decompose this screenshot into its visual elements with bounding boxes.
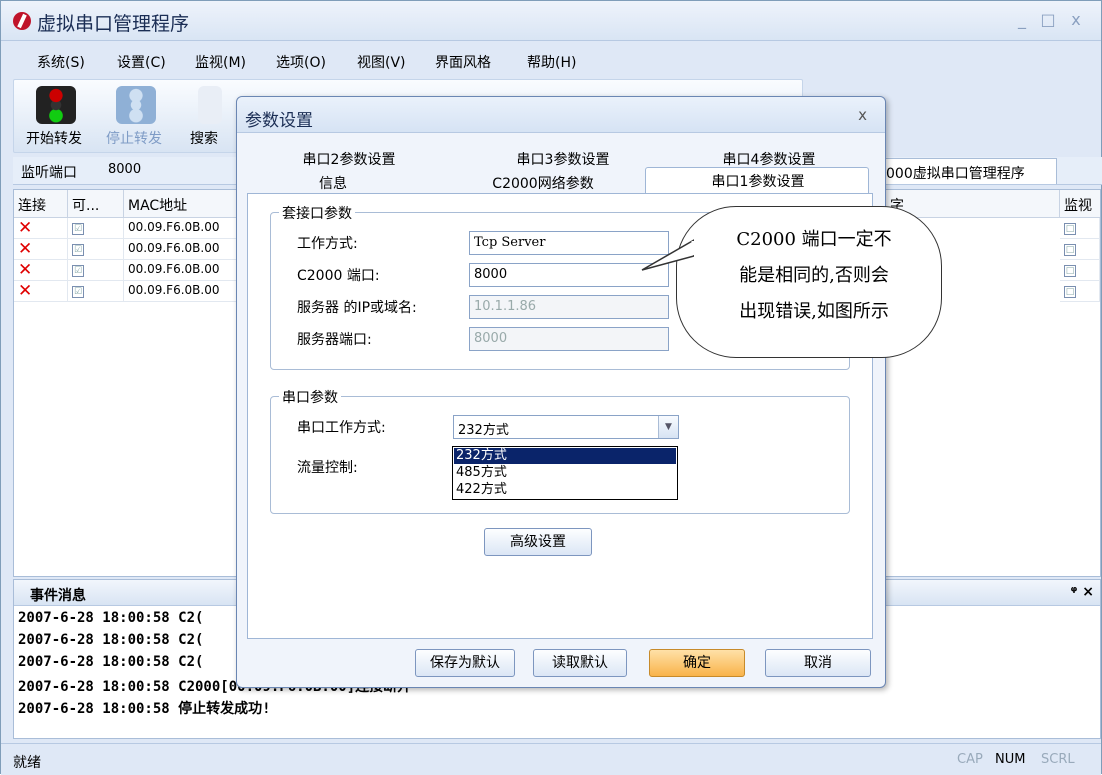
server-port-input[interactable]: 8000 [469,327,669,351]
tab-serial1-label: 串口1参数设置 [711,174,805,190]
event-line: 2007-6-28 18:00:58 C2( [18,654,204,670]
advanced-settings-button[interactable]: 高级设置 [484,528,592,556]
dialog-title: 参数设置 [245,111,313,131]
tab-serial2[interactable]: 串口2参数设置 [269,149,429,169]
disconnected-icon: ✕ [14,239,68,260]
enabled-checkbox[interactable]: ☑ [72,244,84,256]
menu-settings[interactable]: 设置(C) [117,52,166,72]
traffic-light-icon [36,86,76,124]
callout-line: 能是相同的,否则会 [739,265,889,286]
callout-line: C2000 端口一定不 [736,229,892,250]
disconnected-icon: ✕ [14,218,68,239]
menu-skin[interactable]: 界面风格 [435,52,491,72]
num-indicator: NUM [995,752,1026,767]
scrl-indicator: SCRL [1041,752,1075,767]
start-forward-button[interactable]: 开始转发 [26,84,86,150]
search-button[interactable]: 搜索 [190,84,230,150]
mac-cell: 00.09.F6.0B.00 [124,218,240,239]
window-title: 虚拟串口管理程序 [37,13,190,35]
stop-forward-button[interactable]: 停止转发 [106,84,166,150]
server-ip-label: 服务器 的IP或域名: [297,300,417,316]
serial-mode-label: 串口工作方式: [297,420,386,436]
server-ip-input[interactable]: 10.1.1.86 [469,295,669,319]
title-bar: 虚拟串口管理程序 _ □ x [1,1,1101,41]
cap-indicator: CAP [957,752,983,767]
col-monitor[interactable]: 监视 [1060,190,1100,218]
callout-text: C2000 端口一定不 能是相同的,否则会 出现错误,如图所示 [704,222,924,330]
disconnected-icon: ✕ [14,281,68,302]
stop-forward-label: 停止转发 [106,131,162,147]
enabled-checkbox[interactable]: ☑ [72,223,84,235]
menu-bar: 系统(S) 设置(C) 监视(M) 选项(O) 视图(V) 界面风格 帮助(H) [1,45,1101,75]
dropdown-option-422[interactable]: 422方式 [454,482,676,498]
status-text: 就绪 [13,755,41,771]
mac-cell: 00.09.F6.0B.00 [124,239,240,260]
serial-mode-value: 232方式 [458,423,509,438]
listen-port-label: 监听端口 [21,165,77,181]
settings-dialog: 参数设置 x 串口2参数设置 串口3参数设置 串口4参数设置 信息 C2000网… [236,96,886,688]
dropdown-option-485[interactable]: 485方式 [454,465,676,481]
search-icon [198,86,222,124]
work-mode-label: 工作方式: [297,236,358,252]
menu-monitor[interactable]: 监视(M) [195,52,246,72]
start-forward-label: 开始转发 [26,131,82,147]
monitor-checkbox[interactable]: □ [1064,265,1076,277]
menu-options[interactable]: 选项(O) [276,52,326,72]
col-mac[interactable]: MAC地址 [124,190,240,218]
tab-serial1[interactable]: 串口1参数设置 [645,167,869,193]
monitor-checkbox[interactable]: □ [1064,286,1076,298]
dialog-title-bar: 参数设置 x [237,97,885,133]
event-line: 2007-6-28 18:00:58 C2( [18,610,204,626]
tab-info[interactable]: 信息 [293,173,373,193]
callout-line: 出现错误,如图所示 [739,301,889,322]
tab-serial3[interactable]: 串口3参数设置 [483,149,643,169]
c2000-port-label: C2000 端口: [297,268,380,284]
col-connect[interactable]: 连接 [14,190,68,218]
menu-view[interactable]: 视图(V) [357,52,406,72]
dialog-close-button[interactable]: x [858,106,867,124]
server-port-label: 服务器端口: [297,332,372,348]
status-bar: 就绪 CAP NUM SCRL [1,743,1101,775]
read-default-button[interactable]: 读取默认 [533,649,627,677]
tab-c2000-network[interactable]: C2000网络参数 [463,173,623,193]
event-line: 2007-6-28 18:00:58 C2( [18,632,204,648]
chevron-down-icon[interactable]: ▼ [658,416,678,438]
ok-button[interactable]: 确定 [649,649,745,677]
flow-control-label: 流量控制: [297,460,358,476]
save-default-button[interactable]: 保存为默认 [415,649,515,677]
maximize-button[interactable]: □ [1039,11,1057,29]
dropdown-option-232[interactable]: 232方式 [453,447,677,465]
cancel-button[interactable]: 取消 [765,649,871,677]
menu-system[interactable]: 系统(S) [37,52,85,72]
enabled-checkbox[interactable]: ☑ [72,265,84,277]
minimize-button[interactable]: _ [1013,11,1031,29]
serial-group-title: 串口参数 [279,387,341,407]
monitor-checkbox[interactable]: □ [1064,244,1076,256]
listen-port-input[interactable]: 8000 [105,161,205,181]
event-line: 2007-6-28 18:00:58 停止转发成功! [18,701,271,717]
disconnected-icon: ✕ [14,260,68,281]
menu-help[interactable]: 帮助(H) [527,52,576,72]
tab-serial4[interactable]: 串口4参数设置 [689,149,849,169]
serial-mode-select[interactable]: 232方式 ▼ [453,415,679,439]
mac-cell: 00.09.F6.0B.00 [124,260,240,281]
col-enabled[interactable]: 可... [68,190,124,218]
tab-program[interactable]: 000虚拟串口管理程序 [877,158,1057,184]
search-label: 搜索 [190,131,218,147]
event-panel-title: 事件消息 [30,588,86,604]
pin-close-icon[interactable]: ᵠ × [1070,584,1094,600]
app-icon [13,12,31,30]
socket-group-title: 套接口参数 [279,203,355,223]
enabled-checkbox[interactable]: ☑ [72,286,84,298]
callout-pointer [641,239,694,271]
monitor-checkbox[interactable]: □ [1064,223,1076,235]
close-button[interactable]: x [1067,11,1085,29]
mac-cell: 00.09.F6.0B.00 [124,281,240,302]
serial-mode-dropdown: 232方式 485方式 422方式 [452,446,678,500]
traffic-light-disabled-icon [116,86,156,124]
